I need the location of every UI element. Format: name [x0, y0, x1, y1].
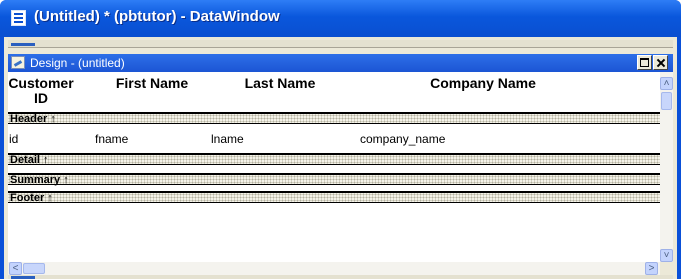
- band-footer[interactable]: Footer ↑: [8, 191, 660, 204]
- chevron-right-icon[interactable]: ˃: [645, 262, 658, 275]
- field-fname[interactable]: fname: [95, 132, 128, 146]
- chevron-up-icon[interactable]: ˄: [660, 77, 673, 90]
- vertical-scroll-thumb[interactable]: [661, 92, 672, 110]
- column-header-company-name[interactable]: Company Name: [413, 76, 553, 91]
- field-lname[interactable]: lname: [211, 132, 244, 146]
- chevron-down-icon[interactable]: ˅: [660, 249, 673, 262]
- window-titlebar[interactable]: (Untitled) * (pbtutor) - DataWindow: [0, 0, 681, 37]
- band-label: Detail ↑: [10, 154, 49, 166]
- band-header[interactable]: Header ↑: [8, 112, 660, 125]
- band-summary[interactable]: Summary ↑: [8, 173, 660, 186]
- bottom-splitter-bar[interactable]: [8, 275, 673, 279]
- scrollbar-corner: [660, 262, 673, 275]
- horizontal-scrollbar[interactable]: ˂ ˃: [8, 262, 660, 275]
- band-detail[interactable]: Detail ↑: [8, 153, 660, 166]
- top-splitter-bar[interactable]: [8, 40, 673, 48]
- design-view-titlebar[interactable]: Design - (untitled): [8, 54, 673, 72]
- chevron-left-icon[interactable]: ˂: [9, 262, 22, 275]
- band-label: Summary ↑: [10, 174, 69, 186]
- design-view-title: Design - (untitled): [30, 56, 125, 70]
- header-text: ID: [34, 90, 48, 106]
- close-icon[interactable]: [653, 55, 668, 70]
- field-company-name[interactable]: company_name: [360, 132, 445, 146]
- field-id[interactable]: id: [9, 132, 18, 146]
- header-text: Customer: [8, 75, 74, 91]
- datawindow-icon: [11, 10, 26, 26]
- column-header-last-name[interactable]: Last Name: [230, 76, 330, 91]
- design-canvas[interactable]: Customer ID First Name Last Name Company…: [8, 72, 660, 262]
- design-painter-icon: [11, 56, 25, 69]
- maximize-icon[interactable]: [637, 55, 652, 70]
- column-header-first-name[interactable]: First Name: [102, 76, 202, 91]
- band-label: Header ↑: [10, 113, 56, 125]
- column-header-customer-id[interactable]: Customer ID: [8, 76, 74, 106]
- splitter-handle[interactable]: [11, 43, 35, 46]
- window-title: (Untitled) * (pbtutor) - DataWindow: [34, 8, 280, 25]
- horizontal-scroll-thumb[interactable]: [23, 263, 45, 274]
- vertical-scrollbar[interactable]: ˄ ˅: [660, 72, 673, 262]
- band-label: Footer ↑: [10, 192, 53, 204]
